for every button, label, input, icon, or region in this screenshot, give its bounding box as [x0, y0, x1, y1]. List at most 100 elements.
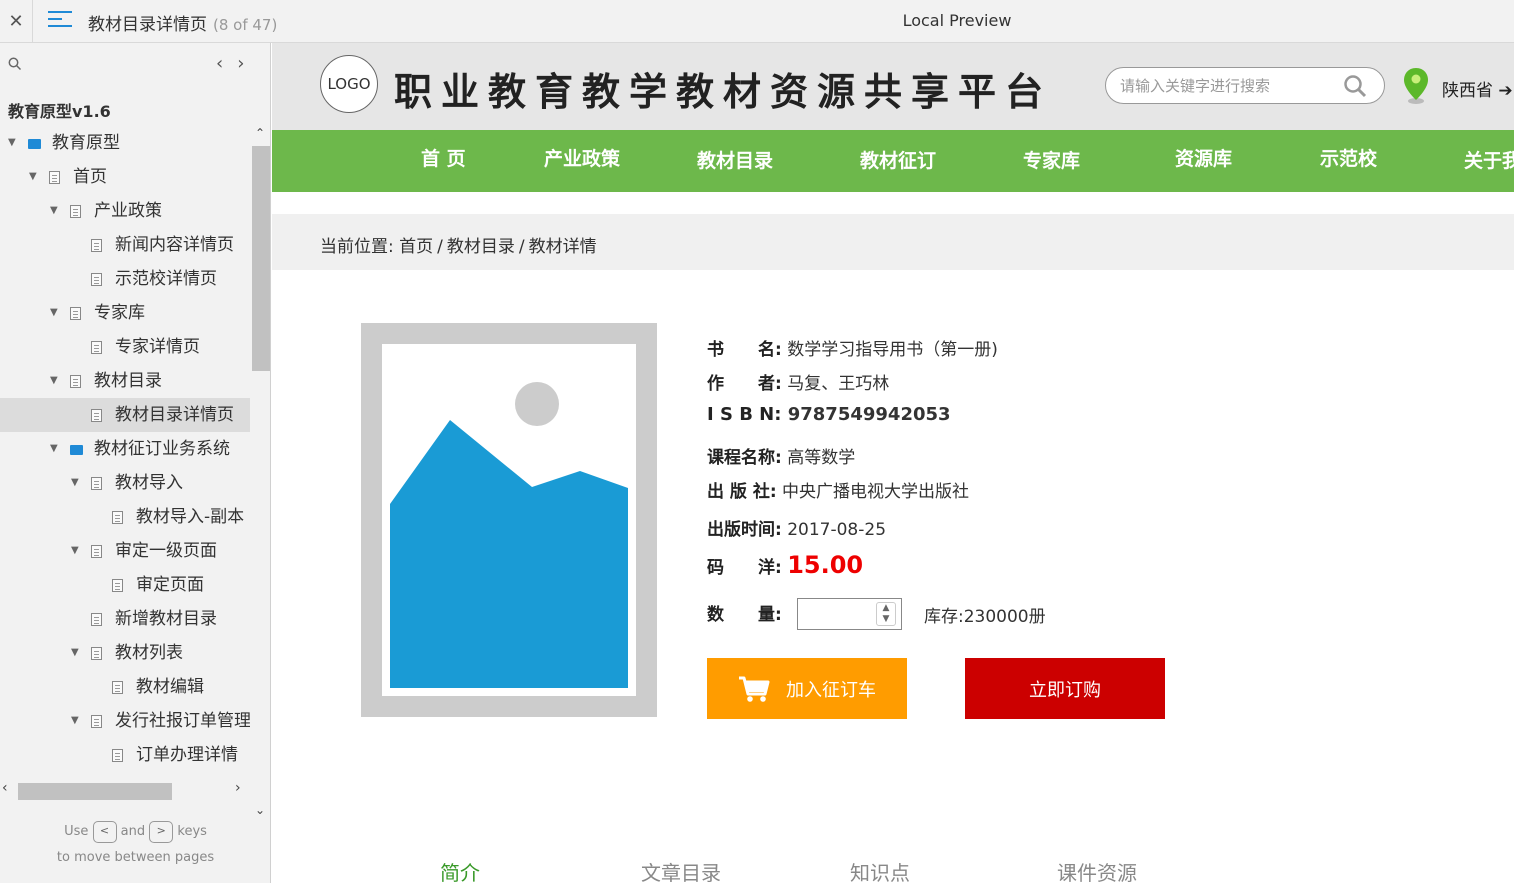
scroll-right-icon[interactable]: ›	[235, 780, 241, 796]
breadcrumb-home[interactable]: 首页	[399, 237, 433, 257]
image-placeholder-icon	[390, 382, 628, 688]
expand-caret-icon[interactable]: ▼	[50, 432, 58, 466]
scroll-up-icon[interactable]: ⌃	[255, 126, 265, 140]
page-icon	[112, 579, 123, 592]
expand-caret-icon[interactable]: ▼	[50, 194, 58, 228]
nav-about[interactable]: 关于我们	[1464, 132, 1514, 190]
search-input[interactable]	[1120, 75, 1340, 97]
scroll-left-icon[interactable]: ‹	[2, 780, 8, 796]
tab-toc[interactable]: 文章目录	[641, 857, 721, 883]
page-icon	[91, 341, 102, 354]
sitemap-item[interactable]: 专家详情页	[0, 330, 250, 364]
sitemap-item[interactable]: ▼ 发行社报订单管理	[0, 704, 250, 738]
logo[interactable]: LOGO	[320, 55, 378, 113]
preview-label: Local Preview	[902, 11, 1012, 30]
next-page-icon[interactable]: ›	[237, 53, 258, 74]
vertical-scrollbar[interactable]: ⌃ ⌄	[251, 126, 271, 826]
sitemap-item[interactable]: 新闻内容详情页	[0, 228, 250, 262]
sitemap-item[interactable]: ▼ 专家库	[0, 296, 250, 330]
sitemap-item[interactable]: 示范校详情页	[0, 262, 250, 296]
book-publisher-row: 出 版 社: 中央广播电视大学出版社	[707, 477, 969, 502]
next-key-icon: >	[149, 820, 174, 843]
sitemap-item-label: 教材目录	[94, 371, 162, 391]
expand-caret-icon[interactable]: ▼	[50, 296, 58, 330]
expand-caret-icon[interactable]: ▼	[8, 126, 16, 160]
sitemap-item[interactable]: 发行社汇总单管理	[0, 772, 250, 776]
sitemap-item[interactable]: ▼ 教育原型	[0, 126, 250, 160]
breadcrumb-catalog[interactable]: 教材目录	[447, 237, 515, 257]
add-to-cart-button[interactable]: 加入征订车	[707, 658, 907, 719]
page-icon	[91, 477, 102, 490]
sitemap-item-label: 教材导入-副本	[136, 507, 245, 527]
page-preview: LOGO 职业教育教学教材资源共享平台 陕西省 ➔ 首 页 产业政策 教材目录 …	[272, 43, 1514, 883]
search-icon[interactable]	[1343, 74, 1367, 98]
nav-home[interactable]: 首 页	[421, 130, 466, 188]
sitemap-item[interactable]: 新增教材目录	[0, 602, 250, 636]
prev-page-icon[interactable]: ‹	[216, 53, 237, 74]
scroll-down-icon[interactable]: ⌄	[255, 803, 265, 817]
book-name-row: 书 名: 数学学习指导用书（第一册)	[707, 335, 998, 360]
main-nav: 首 页 产业政策 教材目录 教材征订 专家库 资源库 示范校 关于我们	[272, 130, 1514, 192]
sitemap-item[interactable]: ▼ 教材征订业务系统	[0, 432, 250, 466]
page-icon	[112, 511, 123, 524]
sitemap-item-label: 新闻内容详情页	[115, 235, 234, 255]
sitemap-item[interactable]: ▼ 教材导入	[0, 466, 250, 500]
breadcrumb-current: 教材详情	[528, 237, 597, 257]
region-label: 陕西省	[1442, 81, 1493, 101]
horizontal-scrollbar[interactable]: ‹ ›	[0, 780, 251, 802]
expand-caret-icon[interactable]: ▼	[29, 160, 37, 194]
sitemap-item[interactable]: 教材编辑	[0, 670, 250, 704]
book-author-value: 马复、王巧林	[787, 374, 890, 394]
nav-resources[interactable]: 资源库	[1175, 130, 1232, 188]
buy-now-button[interactable]: 立即订购	[965, 658, 1165, 719]
sitemap-item[interactable]: 教材导入-副本	[0, 500, 250, 534]
detail-tabs: 简介 文章目录 知识点 课件资源	[272, 853, 1514, 883]
sitemap-item[interactable]: 订单办理详情	[0, 738, 250, 772]
book-isbn-value: 9787549942053	[787, 404, 951, 425]
breadcrumb-bar: 当前位置: 首页 / 教材目录 / 教材详情	[272, 214, 1514, 270]
book-isbn-label: I S B N:	[707, 404, 782, 425]
tab-knowledge[interactable]: 知识点	[850, 857, 910, 883]
expand-caret-icon[interactable]: ▼	[71, 534, 79, 568]
sitemap-item-label: 发行社报订单管理	[115, 711, 250, 731]
nav-experts[interactable]: 专家库	[1023, 132, 1080, 190]
sitemap-item[interactable]: ▼ 教材列表	[0, 636, 250, 670]
sitemap-item[interactable]: 教材目录详情页	[0, 398, 250, 432]
expand-caret-icon[interactable]: ▼	[50, 364, 58, 398]
prev-key-icon: <	[92, 820, 117, 843]
nav-policy[interactable]: 产业政策	[544, 130, 620, 188]
page-icon	[91, 613, 102, 626]
book-course-label: 课程名称:	[707, 448, 782, 468]
sitemap-item-label: 教材目录详情页	[115, 405, 234, 425]
sitemap-item[interactable]: ▼ 首页	[0, 160, 250, 194]
sitemap-item[interactable]: ▼ 产业政策	[0, 194, 250, 228]
page-icon	[112, 749, 123, 762]
tab-intro[interactable]: 简介	[440, 857, 480, 883]
nav-demo-schools[interactable]: 示范校	[1320, 130, 1377, 188]
tab-courseware[interactable]: 课件资源	[1057, 857, 1137, 883]
nav-catalog[interactable]: 教材目录	[697, 132, 773, 190]
sitemap-item[interactable]: 审定页面	[0, 568, 250, 602]
sitemap-item[interactable]: ▼ 审定一级页面	[0, 534, 250, 568]
sitemap-item-label: 审定一级页面	[115, 541, 217, 561]
expand-caret-icon[interactable]: ▼	[71, 466, 79, 500]
book-course-row: 课程名称: 高等数学	[707, 443, 855, 468]
book-date-label: 出版时间:	[707, 520, 782, 540]
search-icon[interactable]	[8, 57, 22, 75]
region-selector[interactable]: 陕西省 ➔	[1442, 76, 1513, 101]
sitemap-item[interactable]: ▼ 教材目录	[0, 364, 250, 398]
nav-subscription[interactable]: 教材征订	[860, 132, 936, 190]
expand-caret-icon[interactable]: ▼	[71, 704, 79, 738]
sitemap-item-label: 新增教材目录	[115, 609, 217, 629]
expand-caret-icon[interactable]: ▼	[71, 636, 79, 670]
horizontal-scroll-thumb[interactable]	[18, 783, 172, 800]
page-icon	[70, 375, 81, 388]
book-publisher-value: 中央广播电视大学出版社	[782, 482, 970, 502]
sitemap-sidebar: ‹› 教育原型v1.6 ▼ 教育原型 ▼ 首页 ▼ 产业政策 新闻内容详情页 示范校详情页 ▼ 专…	[0, 43, 271, 883]
quantity-stepper[interactable]: ▲ ▼	[797, 598, 902, 630]
book-author-row: 作 者: 马复、王巧林	[707, 369, 889, 394]
vertical-scroll-thumb[interactable]	[252, 146, 270, 371]
book-isbn-row: I S B N: 9787549942053	[707, 404, 951, 425]
book-date-row: 出版时间: 2017-08-25	[707, 515, 886, 540]
spinner-arrows-icon[interactable]: ▲ ▼	[876, 602, 896, 626]
